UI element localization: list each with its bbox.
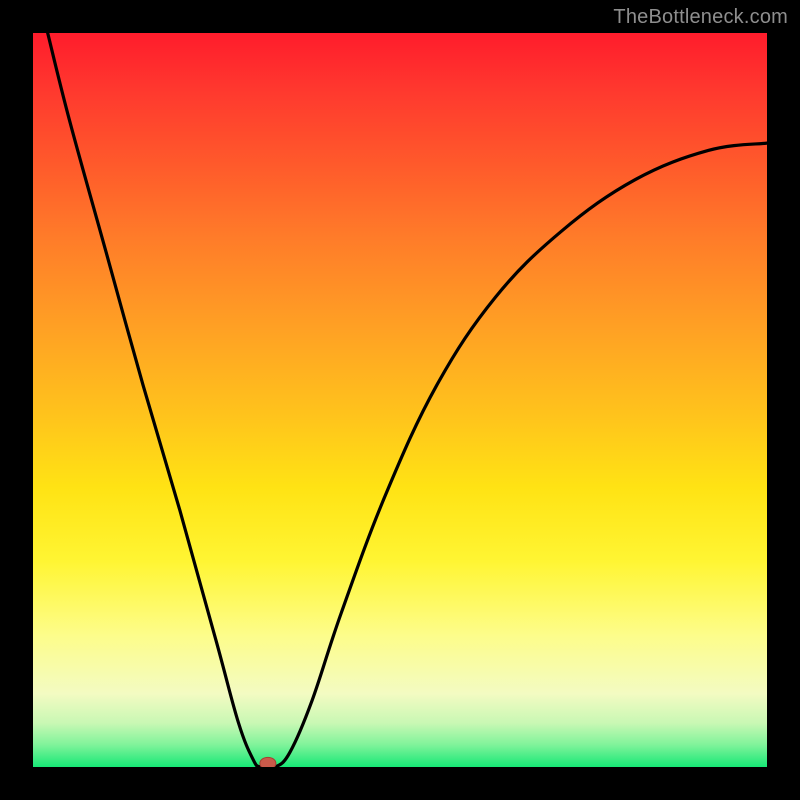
bottleneck-curve: [48, 33, 767, 767]
plot-area: [33, 33, 767, 767]
chart-frame: TheBottleneck.com: [0, 0, 800, 800]
minimum-marker: [260, 757, 276, 767]
watermark-text: TheBottleneck.com: [613, 6, 788, 29]
curve-layer: [33, 33, 767, 767]
